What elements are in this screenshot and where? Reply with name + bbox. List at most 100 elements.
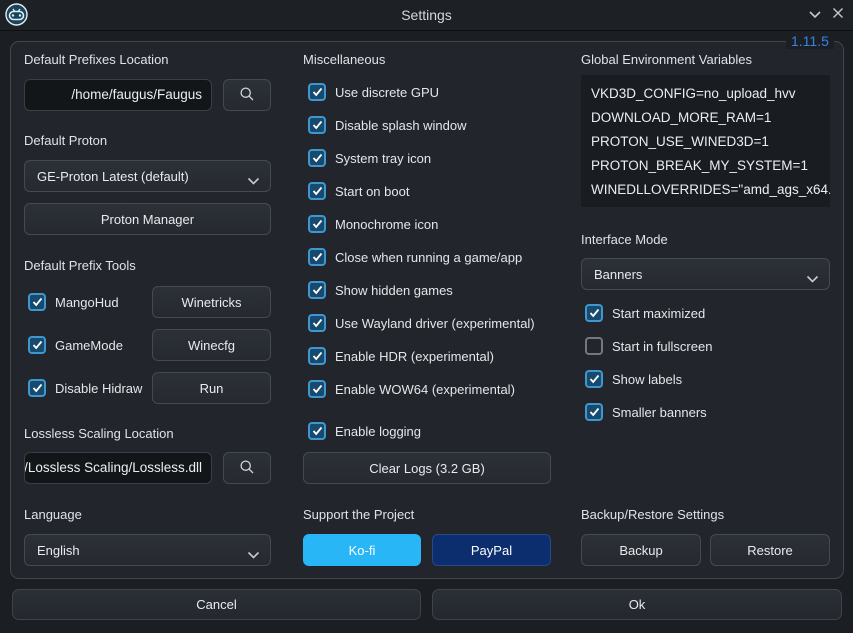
app-icon: [5, 3, 28, 26]
ok-button[interactable]: Ok: [432, 589, 842, 620]
winecfg-button[interactable]: Winecfg: [152, 329, 271, 361]
lossless-location-label: Lossless Scaling Location: [24, 426, 174, 441]
misc-option-row: Use Wayland driver (experimental): [308, 313, 535, 333]
gamemode-checkbox-row: GameMode: [28, 335, 123, 355]
restore-button-label: Restore: [747, 543, 793, 558]
prefixes-browse-button[interactable]: [223, 79, 271, 111]
start-on-boot-label: Start on boot: [335, 184, 409, 199]
lossless-location-input[interactable]: /Lossless Scaling/Lossless.dll: [24, 452, 212, 484]
close-window-button[interactable]: [827, 4, 849, 26]
winetricks-button[interactable]: Winetricks: [152, 286, 271, 318]
window-title: Settings: [0, 0, 853, 30]
paypal-button[interactable]: PayPal: [432, 534, 551, 566]
wayland-driver-label: Use Wayland driver (experimental): [335, 316, 535, 331]
cancel-button[interactable]: Cancel: [12, 589, 421, 620]
show-hidden-games-checkbox[interactable]: [308, 281, 326, 299]
start-on-boot-checkbox[interactable]: [308, 182, 326, 200]
misc-option-row: Show hidden games: [308, 280, 453, 300]
disable-splash-checkbox[interactable]: [308, 116, 326, 134]
proton-manager-button[interactable]: Proton Manager: [24, 203, 271, 235]
system-tray-checkbox[interactable]: [308, 149, 326, 167]
env-variables-textarea[interactable]: VKD3D_CONFIG=no_upload_hvv DOWNLOAD_MORE…: [581, 75, 830, 207]
backup-button[interactable]: Backup: [581, 534, 701, 566]
enable-logging-label: Enable logging: [335, 424, 421, 439]
interface-mode-select[interactable]: Banners: [581, 258, 830, 290]
restore-button[interactable]: Restore: [710, 534, 830, 566]
env-line: PROTON_USE_WINED3D=1: [591, 130, 830, 154]
enable-hdr-checkbox[interactable]: [308, 347, 326, 365]
prefixes-location-value: /home/faugus/Faugus: [71, 80, 202, 110]
backup-restore-label: Backup/Restore Settings: [581, 507, 724, 522]
env-variables-label: Global Environment Variables: [581, 52, 752, 67]
version-label: 1.11.5: [786, 33, 834, 49]
run-button[interactable]: Run: [152, 372, 271, 404]
gamemode-checkbox[interactable]: [28, 336, 46, 354]
search-icon: [239, 459, 255, 478]
lossless-location-value: /Lossless Scaling/Lossless.dll: [24, 453, 202, 483]
default-proton-label: Default Proton: [24, 133, 107, 148]
show-labels-checkbox[interactable]: [585, 370, 603, 388]
interface-mode-label: Interface Mode: [581, 232, 668, 247]
smaller-banners-label: Smaller banners: [612, 405, 707, 420]
show-labels-label: Show labels: [612, 372, 682, 387]
prefixes-location-label: Default Prefixes Location: [24, 52, 169, 67]
start-fullscreen-checkbox[interactable]: [585, 337, 603, 355]
monochrome-icon-checkbox[interactable]: [308, 215, 326, 233]
smaller-banners-checkbox[interactable]: [585, 403, 603, 421]
start-maximized-label: Start maximized: [612, 306, 705, 321]
use-discrete-gpu-checkbox[interactable]: [308, 83, 326, 101]
prefix-tools-label: Default Prefix Tools: [24, 258, 136, 273]
shade-window-button[interactable]: [804, 4, 826, 26]
interface-option-row: Start maximized: [585, 303, 705, 323]
misc-option-row: Enable WOW64 (experimental): [308, 379, 515, 399]
winecfg-button-label: Winecfg: [188, 338, 235, 353]
env-line: WINEDLLOVERRIDES="amd_ags_x64....: [591, 178, 830, 202]
disable-hidraw-label: Disable Hidraw: [55, 381, 142, 396]
system-tray-label: System tray icon: [335, 151, 431, 166]
settings-window: { "titlebar": { "title": "Settings" }, "…: [0, 0, 853, 633]
misc-option-row: Use discrete GPU: [308, 82, 439, 102]
use-discrete-gpu-label: Use discrete GPU: [335, 85, 439, 100]
misc-option-row: Disable splash window: [308, 115, 467, 135]
backup-button-label: Backup: [619, 543, 662, 558]
disable-hidraw-checkbox-row: Disable Hidraw: [28, 378, 142, 398]
interface-mode-value: Banners: [594, 267, 642, 282]
chevron-down-icon: [806, 271, 819, 286]
paypal-button-label: PayPal: [471, 543, 512, 558]
disable-hidraw-checkbox[interactable]: [28, 379, 46, 397]
start-fullscreen-label: Start in fullscreen: [612, 339, 712, 354]
gamemode-label: GameMode: [55, 338, 123, 353]
default-proton-select[interactable]: GE-Proton Latest (default): [24, 160, 271, 192]
start-maximized-checkbox[interactable]: [585, 304, 603, 322]
misc-option-row: Close when running a game/app: [308, 247, 522, 267]
close-icon: [832, 6, 844, 24]
ok-button-label: Ok: [629, 597, 646, 612]
search-icon: [239, 86, 255, 105]
close-when-running-label: Close when running a game/app: [335, 250, 522, 265]
default-proton-value: GE-Proton Latest (default): [37, 169, 189, 184]
prefixes-location-input[interactable]: /home/faugus/Faugus: [24, 79, 212, 111]
enable-wow64-label: Enable WOW64 (experimental): [335, 382, 515, 397]
miscellaneous-label: Miscellaneous: [303, 52, 385, 67]
chevron-down-icon: [247, 173, 260, 188]
chevron-down-icon: [247, 547, 260, 562]
kofi-button[interactable]: Ko-fi: [303, 534, 421, 566]
language-value: English: [37, 543, 80, 558]
clear-logs-button-label: Clear Logs (3.2 GB): [369, 461, 485, 476]
misc-option-row: Enable HDR (experimental): [308, 346, 494, 366]
close-when-running-checkbox[interactable]: [308, 248, 326, 266]
language-label: Language: [24, 507, 82, 522]
env-line: DOWNLOAD_MORE_RAM=1: [591, 106, 830, 130]
mangohud-label: MangoHud: [55, 295, 119, 310]
disable-splash-label: Disable splash window: [335, 118, 467, 133]
language-select[interactable]: English: [24, 534, 271, 566]
lossless-browse-button[interactable]: [223, 452, 271, 484]
clear-logs-button[interactable]: Clear Logs (3.2 GB): [303, 452, 551, 484]
support-project-label: Support the Project: [303, 507, 414, 522]
interface-option-row: Show labels: [585, 369, 682, 389]
enable-wow64-checkbox[interactable]: [308, 380, 326, 398]
mangohud-checkbox[interactable]: [28, 293, 46, 311]
winetricks-button-label: Winetricks: [182, 295, 242, 310]
enable-logging-checkbox[interactable]: [308, 422, 326, 440]
wayland-driver-checkbox[interactable]: [308, 314, 326, 332]
